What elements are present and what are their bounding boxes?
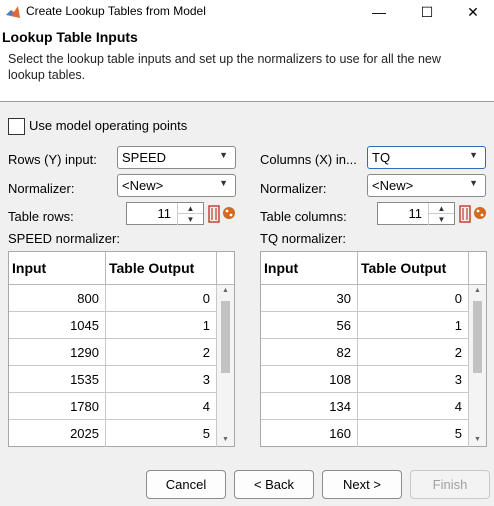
input-cell[interactable]: 1535 (9, 366, 106, 393)
output-cell[interactable]: 2 (358, 339, 469, 366)
table-row[interactable]: 1045 1 (9, 312, 217, 339)
back-button[interactable]: < Back (234, 470, 314, 499)
table-row[interactable]: 160 5 (261, 420, 469, 447)
table-row[interactable]: 56 1 (261, 312, 469, 339)
output-cell[interactable]: 3 (106, 366, 217, 393)
output-cell[interactable]: 1 (106, 312, 217, 339)
table-row[interactable]: 82 2 (261, 339, 469, 366)
output-cell[interactable]: 5 (358, 420, 469, 447)
rows-count-label: Table rows: (8, 209, 74, 224)
spin-up-icon[interactable]: ▲ (177, 203, 203, 214)
wizard-header: Lookup Table Inputs Select the lookup ta… (0, 24, 494, 102)
rows-input-label: Rows (Y) input: (8, 152, 97, 167)
input-cell[interactable]: 2025 (9, 420, 106, 447)
page-title: Lookup Table Inputs (2, 29, 138, 45)
matlab-logo-icon (6, 6, 20, 18)
columns-count-value: 11 (408, 206, 423, 221)
input-cell[interactable]: 108 (261, 366, 358, 393)
output-cell[interactable]: 4 (106, 393, 217, 420)
column-header-input: Input (261, 252, 358, 285)
output-cell[interactable]: 2 (106, 339, 217, 366)
columns-normalizer-table-label: TQ normalizer: (260, 231, 346, 246)
vertical-scrollbar[interactable]: ▲ ▼ (469, 285, 486, 446)
page-description: Select the lookup table inputs and set u… (8, 52, 441, 82)
use-operating-points-checkbox[interactable] (8, 118, 25, 135)
output-cell[interactable]: 0 (106, 285, 217, 312)
input-cell[interactable]: 800 (9, 285, 106, 312)
rows-count-spinner[interactable]: 11 ▲ ▼ (126, 202, 204, 225)
finish-button[interactable]: Finish (410, 470, 490, 499)
input-cell[interactable]: 134 (261, 393, 358, 420)
table-row[interactable]: 1290 2 (9, 339, 217, 366)
columns-normalizer-value: <New> (372, 178, 414, 193)
column-header-output: Table Output (106, 252, 217, 285)
table-header: Input Table Output (9, 252, 234, 285)
table-row[interactable]: 1535 3 (9, 366, 217, 393)
chevron-down-icon: ▼ (469, 178, 478, 188)
column-header-input: Input (9, 252, 106, 285)
rows-normalizer-value: <New> (122, 178, 164, 193)
table-row[interactable]: 30 0 (261, 285, 469, 312)
table-row[interactable]: 108 3 (261, 366, 469, 393)
output-cell[interactable]: 4 (358, 393, 469, 420)
rows-normalizer-label: Normalizer: (8, 181, 75, 196)
scroll-up-icon[interactable]: ▲ (217, 285, 234, 297)
table-header: Input Table Output (261, 252, 486, 285)
columns-count-label: Table columns: (260, 209, 347, 224)
table-row[interactable]: 134 4 (261, 393, 469, 420)
rows-input-dropdown[interactable]: SPEED ▼ (117, 146, 236, 169)
spin-down-icon[interactable]: ▼ (428, 214, 454, 225)
next-button[interactable]: Next > (322, 470, 402, 499)
use-operating-points-label: Use model operating points (29, 118, 188, 133)
columns-input-value: TQ (372, 150, 391, 165)
delete-icon[interactable] (459, 204, 471, 224)
input-cell[interactable]: 160 (261, 420, 358, 447)
spin-down-icon[interactable]: ▼ (177, 214, 203, 225)
window-title: Create Lookup Tables from Model (26, 4, 206, 18)
columns-normalizer-table[interactable]: Input Table Output 30 0 56 1 82 2 108 3 … (260, 251, 487, 447)
chevron-down-icon: ▼ (219, 150, 228, 160)
fill-icon[interactable] (222, 204, 236, 222)
columns-count-spinner[interactable]: 11 ▲ ▼ (377, 202, 455, 225)
rows-normalizer-dropdown[interactable]: <New> ▼ (117, 174, 236, 197)
maximize-button[interactable]: ☐ (404, 0, 450, 24)
input-cell[interactable]: 30 (261, 285, 358, 312)
table-row[interactable]: 800 0 (9, 285, 217, 312)
output-cell[interactable]: 0 (358, 285, 469, 312)
input-cell[interactable]: 1780 (9, 393, 106, 420)
columns-input-label: Columns (X) in... (260, 152, 357, 167)
table-row[interactable]: 2025 5 (9, 420, 217, 447)
rows-input-value: SPEED (122, 150, 167, 165)
chevron-down-icon: ▼ (469, 150, 478, 160)
input-cell[interactable]: 1045 (9, 312, 106, 339)
scroll-down-icon[interactable]: ▼ (469, 434, 486, 446)
input-cell[interactable]: 1290 (9, 339, 106, 366)
scroll-thumb[interactable] (473, 301, 482, 373)
output-cell[interactable]: 1 (358, 312, 469, 339)
table-row[interactable]: 1780 4 (9, 393, 217, 420)
rows-normalizer-table[interactable]: Input Table Output 800 0 1045 1 1290 2 1… (8, 251, 235, 447)
delete-icon[interactable] (208, 204, 220, 224)
chevron-down-icon: ▼ (219, 178, 228, 188)
columns-input-dropdown[interactable]: TQ ▼ (367, 146, 486, 169)
scroll-thumb[interactable] (221, 301, 230, 373)
vertical-scrollbar[interactable]: ▲ ▼ (217, 285, 234, 446)
input-cell[interactable]: 82 (261, 339, 358, 366)
column-header-output: Table Output (358, 252, 469, 285)
spin-up-icon[interactable]: ▲ (428, 203, 454, 214)
scroll-down-icon[interactable]: ▼ (217, 434, 234, 446)
rows-count-value: 11 (157, 206, 172, 221)
scroll-up-icon[interactable]: ▲ (469, 285, 486, 297)
close-button[interactable]: ✕ (450, 0, 494, 24)
columns-normalizer-dropdown[interactable]: <New> ▼ (367, 174, 486, 197)
minimize-button[interactable]: — (356, 0, 402, 24)
output-cell[interactable]: 5 (106, 420, 217, 447)
cancel-button[interactable]: Cancel (146, 470, 226, 499)
title-bar: Create Lookup Tables from Model — ☐ ✕ (0, 0, 494, 24)
input-cell[interactable]: 56 (261, 312, 358, 339)
output-cell[interactable]: 3 (358, 366, 469, 393)
columns-normalizer-label: Normalizer: (260, 181, 327, 196)
rows-normalizer-table-label: SPEED normalizer: (8, 231, 120, 246)
fill-icon[interactable] (473, 204, 487, 222)
